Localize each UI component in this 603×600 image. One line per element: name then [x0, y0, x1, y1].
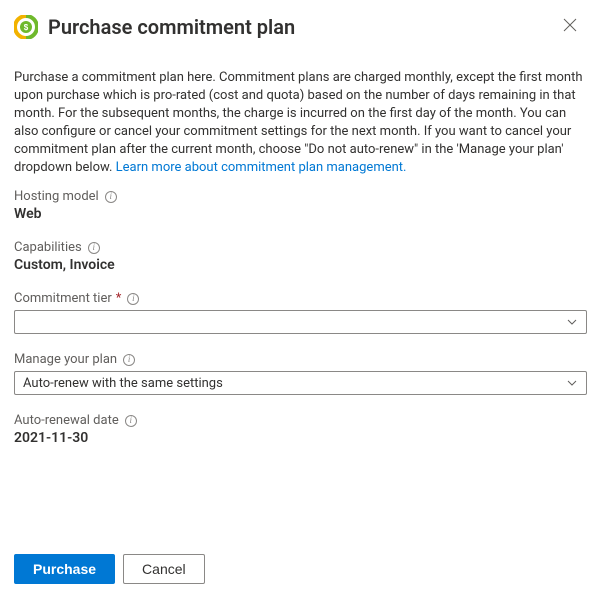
- manage-plan-label: Manage your plan: [14, 352, 117, 367]
- manage-plan-select[interactable]: Auto-renew with the same settings: [14, 371, 587, 395]
- field-capabilities: Capabilities Custom, Invoice: [14, 240, 587, 273]
- hosting-model-label: Hosting model: [14, 189, 99, 204]
- intro-text: Purchase a commitment plan here. Commitm…: [14, 69, 587, 177]
- info-icon[interactable]: [105, 191, 117, 203]
- required-marker: *: [116, 291, 122, 306]
- commitment-tier-label-row: Commitment tier *: [14, 291, 587, 306]
- commitment-tier-select[interactable]: [14, 310, 587, 334]
- commitment-tier-label: Commitment tier: [14, 291, 112, 306]
- close-icon: [563, 18, 577, 32]
- chevron-down-icon: [566, 377, 578, 389]
- info-icon[interactable]: [125, 415, 137, 427]
- learn-more-link[interactable]: Learn more about commitment plan managem…: [116, 160, 407, 175]
- panel-title: Purchase commitment plan: [48, 15, 295, 39]
- purchase-commitment-panel: $ Purchase commitment plan Purchase a co…: [0, 0, 603, 600]
- chevron-down-icon: [566, 316, 578, 328]
- auto-renewal-label: Auto-renewal date: [14, 413, 119, 428]
- close-button[interactable]: [559, 14, 581, 39]
- hosting-model-label-row: Hosting model: [14, 189, 587, 204]
- capabilities-label: Capabilities: [14, 240, 82, 255]
- capabilities-value: Custom, Invoice: [14, 257, 587, 273]
- capabilities-label-row: Capabilities: [14, 240, 587, 255]
- hosting-model-value: Web: [14, 206, 587, 222]
- field-manage-plan: Manage your plan Auto-renew with the sam…: [14, 352, 587, 395]
- auto-renewal-label-row: Auto-renewal date: [14, 413, 587, 428]
- cost-management-icon: $: [14, 15, 38, 39]
- field-auto-renewal-date: Auto-renewal date 2021-11-30: [14, 413, 587, 446]
- manage-plan-label-row: Manage your plan: [14, 352, 587, 367]
- info-icon[interactable]: [127, 293, 139, 305]
- purchase-button[interactable]: Purchase: [14, 554, 115, 584]
- manage-plan-selected: Auto-renew with the same settings: [23, 376, 223, 391]
- panel-header: $ Purchase commitment plan: [14, 14, 587, 39]
- field-hosting-model: Hosting model Web: [14, 189, 587, 222]
- svg-text:$: $: [24, 23, 29, 32]
- auto-renewal-value: 2021-11-30: [14, 430, 587, 446]
- cancel-button[interactable]: Cancel: [123, 554, 205, 584]
- info-icon[interactable]: [88, 242, 100, 254]
- footer-actions: Purchase Cancel: [14, 554, 587, 584]
- info-icon[interactable]: [123, 354, 135, 366]
- field-commitment-tier: Commitment tier *: [14, 291, 587, 334]
- header-left: $ Purchase commitment plan: [14, 15, 295, 39]
